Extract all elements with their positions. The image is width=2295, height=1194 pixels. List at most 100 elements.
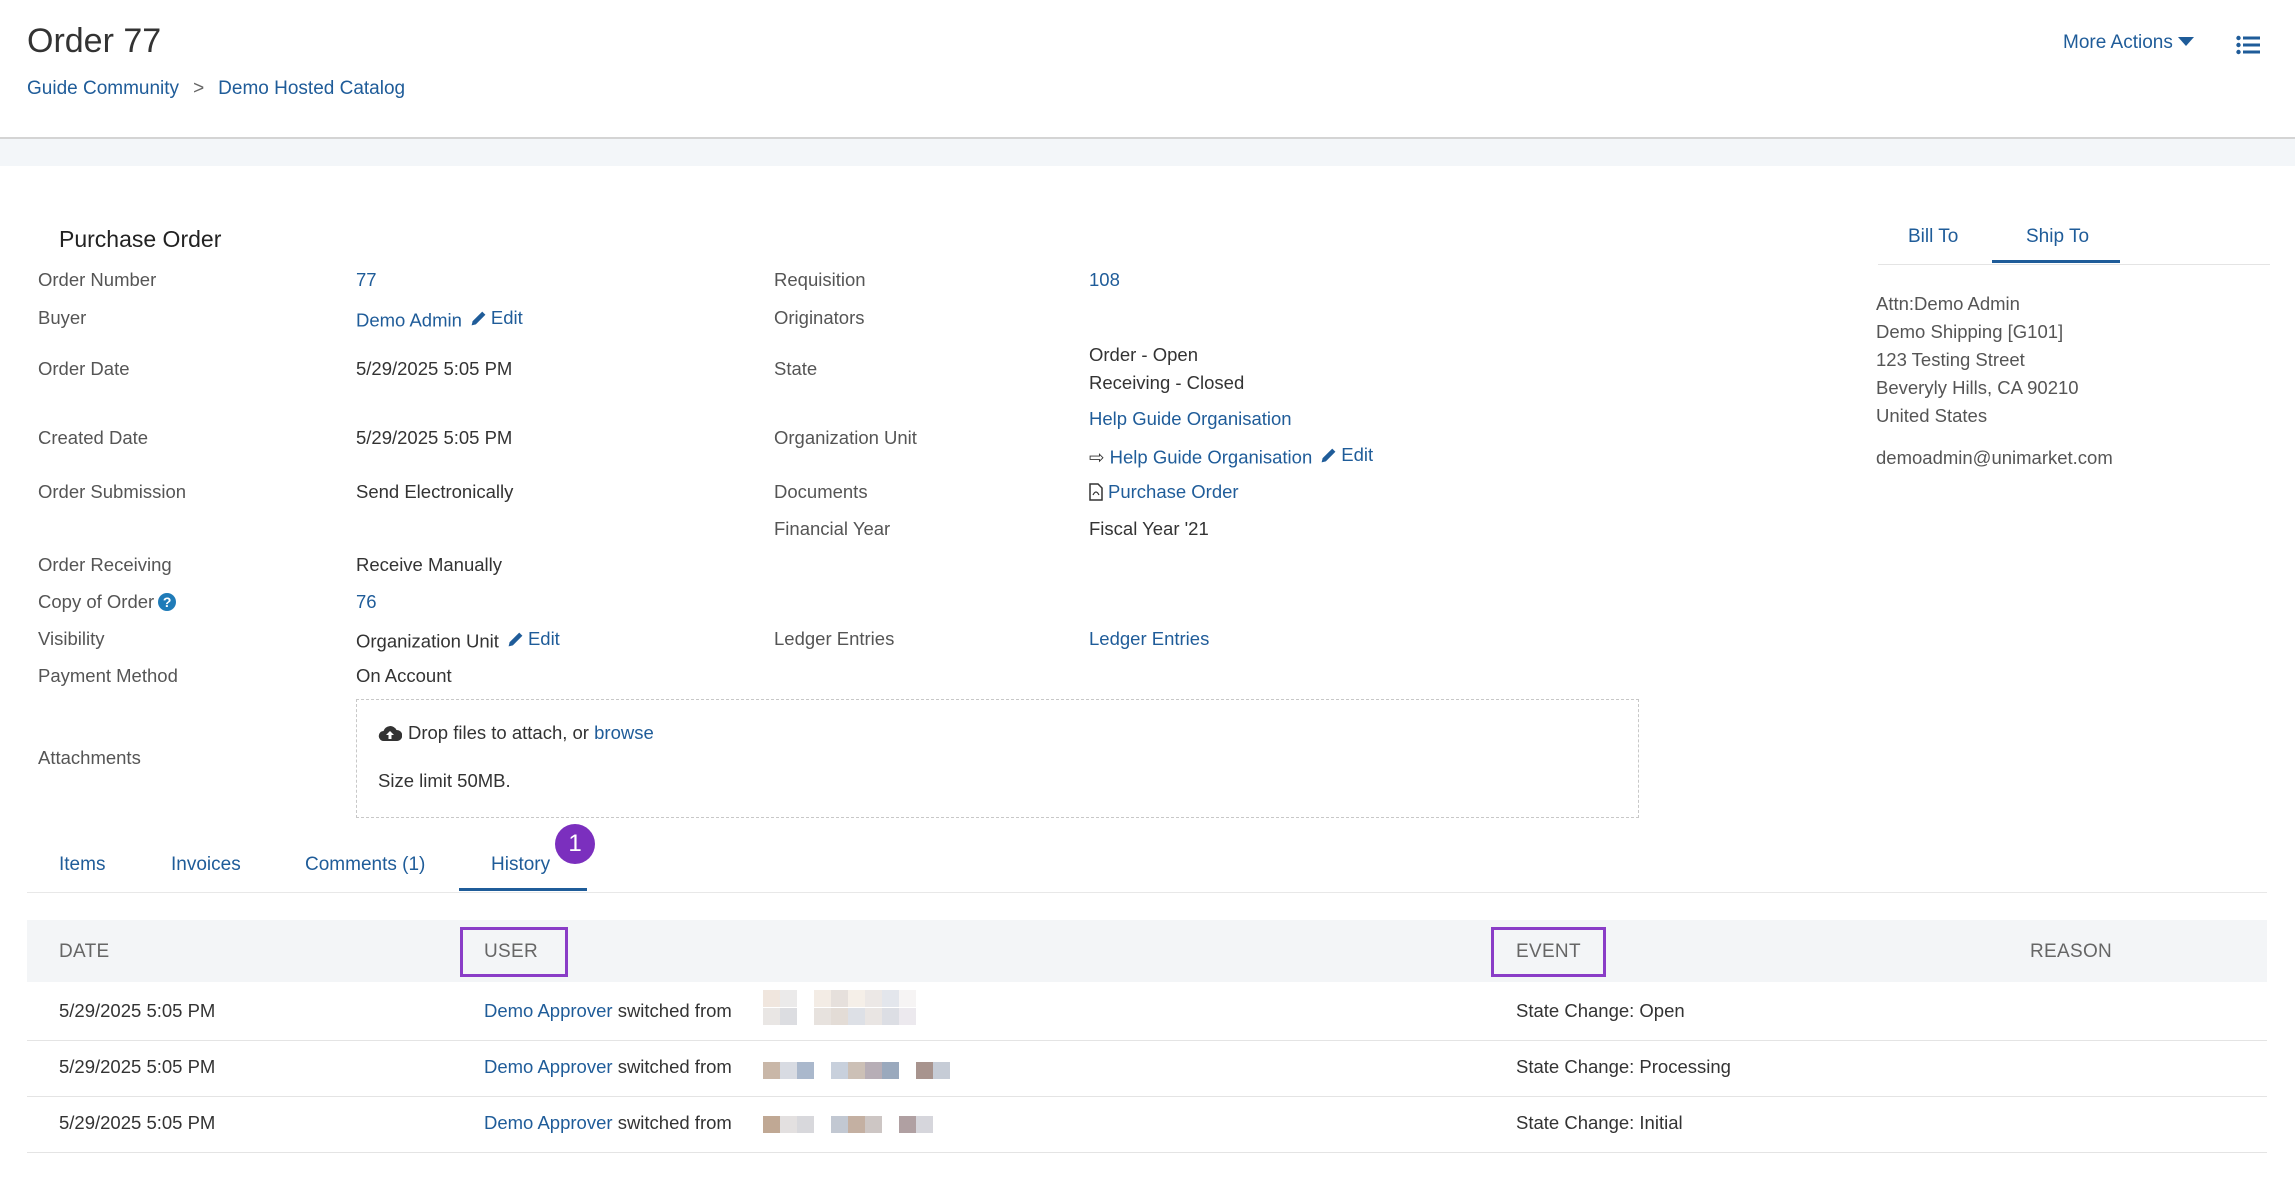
address-line: Attn:Demo Admin — [1876, 293, 2020, 314]
pencil-icon — [1321, 448, 1336, 462]
active-tab-indicator — [459, 888, 587, 891]
column-date: DATE — [59, 941, 110, 962]
redacted-content — [763, 990, 916, 1007]
attachments-dropzone[interactable]: Drop files to attach, or browse Size lim… — [356, 699, 1639, 818]
organization-unit-edit-label: Edit — [1341, 444, 1374, 465]
copy-of-order-label-text: Copy of Order — [38, 591, 155, 612]
pencil-icon — [508, 632, 523, 646]
row-date: 5/29/2025 5:05 PM — [59, 1000, 216, 1021]
section-title: Purchase Order — [59, 226, 222, 252]
organization-unit-edit-button[interactable]: Edit — [1320, 444, 1373, 466]
order-date-label: Order Date — [38, 358, 130, 379]
caret-down-icon — [2177, 36, 2194, 46]
financial-year-value: Fiscal Year '21 — [1089, 518, 1209, 539]
redacted-content — [763, 1062, 950, 1079]
organization-unit-sub-link[interactable]: Help Guide Organisation — [1110, 447, 1313, 468]
buyer-edit-label: Edit — [490, 307, 523, 328]
documents-label: Documents — [774, 481, 868, 502]
requisition-label: Requisition — [774, 269, 866, 290]
tab-history[interactable]: History — [491, 854, 550, 876]
order-receiving-label: Order Receiving — [38, 554, 172, 575]
order-number-label: Order Number — [38, 269, 157, 290]
row-event: State Change: Open — [1516, 1000, 1685, 1021]
address-line: 123 Testing Street — [1876, 349, 2025, 370]
address-email: demoadmin@unimarket.com — [1876, 447, 2113, 468]
row-action-text: switched from — [617, 1000, 732, 1021]
active-tab-indicator — [1992, 260, 2120, 263]
drop-files-text: Drop files to attach, or — [408, 722, 589, 743]
row-date: 5/29/2025 5:05 PM — [59, 1112, 216, 1133]
address-line: United States — [1876, 405, 1988, 426]
row-user-link[interactable]: Demo Approver — [484, 1056, 613, 1077]
buyer-link[interactable]: Demo Admin — [356, 310, 462, 331]
visibility-edit-button[interactable]: Edit — [507, 628, 560, 650]
table-row: 5/29/2025 5:05 PM Demo Approver switched… — [27, 1040, 2267, 1097]
row-event: State Change: Processing — [1516, 1056, 1731, 1077]
row-date: 5/29/2025 5:05 PM — [59, 1056, 216, 1077]
more-actions-button[interactable]: More Actions — [2063, 32, 2194, 54]
tab-invoices[interactable]: Invoices — [171, 854, 241, 876]
row-action-text: switched from — [617, 1112, 732, 1133]
pdf-file-icon — [1089, 483, 1103, 501]
ledger-entries-label: Ledger Entries — [774, 628, 895, 649]
breadcrumb-demo-hosted-catalog[interactable]: Demo Hosted Catalog — [218, 78, 405, 100]
cloud-upload-icon — [378, 726, 402, 742]
breadcrumb: Guide Community > Demo Hosted Catalog — [27, 78, 405, 100]
breadcrumb-separator: > — [193, 78, 205, 99]
order-submission-value: Send Electronically — [356, 481, 514, 502]
table-row: 5/29/2025 5:05 PM Demo Approver switched… — [27, 1096, 2267, 1153]
buyer-edit-button[interactable]: Edit — [470, 307, 523, 329]
list-icon[interactable] — [2236, 35, 2260, 55]
event-column-highlight — [1491, 927, 1606, 977]
order-state-value: Order - Open — [1089, 344, 1198, 365]
address-line: Demo Shipping [G101] — [1876, 321, 2064, 342]
help-icon[interactable]: ? — [158, 593, 177, 611]
page-header: Order 77 Guide Community > Demo Hosted C… — [0, 0, 2295, 139]
visibility-label: Visibility — [38, 628, 105, 649]
page-title: Order 77 — [27, 22, 162, 60]
visibility-edit-label: Edit — [527, 628, 560, 649]
organization-unit-label: Organization Unit — [774, 427, 917, 448]
organization-unit-link[interactable]: Help Guide Organisation — [1089, 408, 1292, 429]
order-tabs: Items Invoices Comments (1) History — [27, 838, 2267, 893]
column-reason: REASON — [2030, 941, 2113, 962]
pencil-icon — [471, 311, 486, 325]
redacted-content — [763, 1116, 933, 1133]
size-limit-text: Size limit 50MB. — [378, 770, 511, 791]
visibility-value: Organization Unit — [356, 630, 499, 652]
browse-link[interactable]: browse — [594, 722, 654, 744]
financial-year-label: Financial Year — [774, 518, 891, 539]
ledger-entries-link[interactable]: Ledger Entries — [1089, 628, 1209, 649]
receiving-state-value: Receiving - Closed — [1089, 372, 1245, 393]
row-action-text: switched from — [617, 1056, 732, 1077]
address-line: Beveryly Hills, CA 90210 — [1876, 377, 2079, 398]
user-column-highlight — [460, 927, 568, 977]
created-date-value: 5/29/2025 5:05 PM — [356, 427, 513, 448]
more-actions-label: More Actions — [2063, 32, 2173, 53]
row-user-link[interactable]: Demo Approver — [484, 1112, 613, 1133]
tab-items[interactable]: Items — [59, 854, 105, 876]
copy-of-order-link[interactable]: 76 — [356, 591, 377, 612]
arrow-right-icon: ⇨ — [1089, 446, 1105, 468]
copy-of-order-label: Copy of Order? — [38, 591, 177, 613]
row-user-link[interactable]: Demo Approver — [484, 1000, 613, 1021]
order-date-value: 5/29/2025 5:05 PM — [356, 358, 513, 379]
payment-method-label: Payment Method — [38, 665, 178, 686]
tab-ship-to[interactable]: Ship To — [2026, 226, 2089, 248]
state-label: State — [774, 358, 818, 379]
section-gap — [0, 139, 2295, 166]
step-badge: 1 — [555, 824, 595, 864]
row-event: State Change: Initial — [1516, 1112, 1683, 1133]
payment-method-value: On Account — [356, 665, 452, 686]
originators-label: Originators — [774, 307, 865, 328]
buyer-label: Buyer — [38, 307, 87, 328]
address-tabs: Bill To Ship To — [1878, 222, 2270, 265]
created-date-label: Created Date — [38, 427, 149, 448]
history-table-header: DATE USER EVENT REASON — [27, 920, 2267, 982]
requisition-link[interactable]: 108 — [1089, 269, 1120, 290]
tab-bill-to[interactable]: Bill To — [1908, 226, 1958, 248]
breadcrumb-guide-community[interactable]: Guide Community — [27, 78, 179, 100]
tab-comments[interactable]: Comments (1) — [305, 854, 425, 876]
purchase-order-document-link[interactable]: Purchase Order — [1108, 481, 1239, 503]
order-number-link[interactable]: 77 — [356, 269, 377, 290]
